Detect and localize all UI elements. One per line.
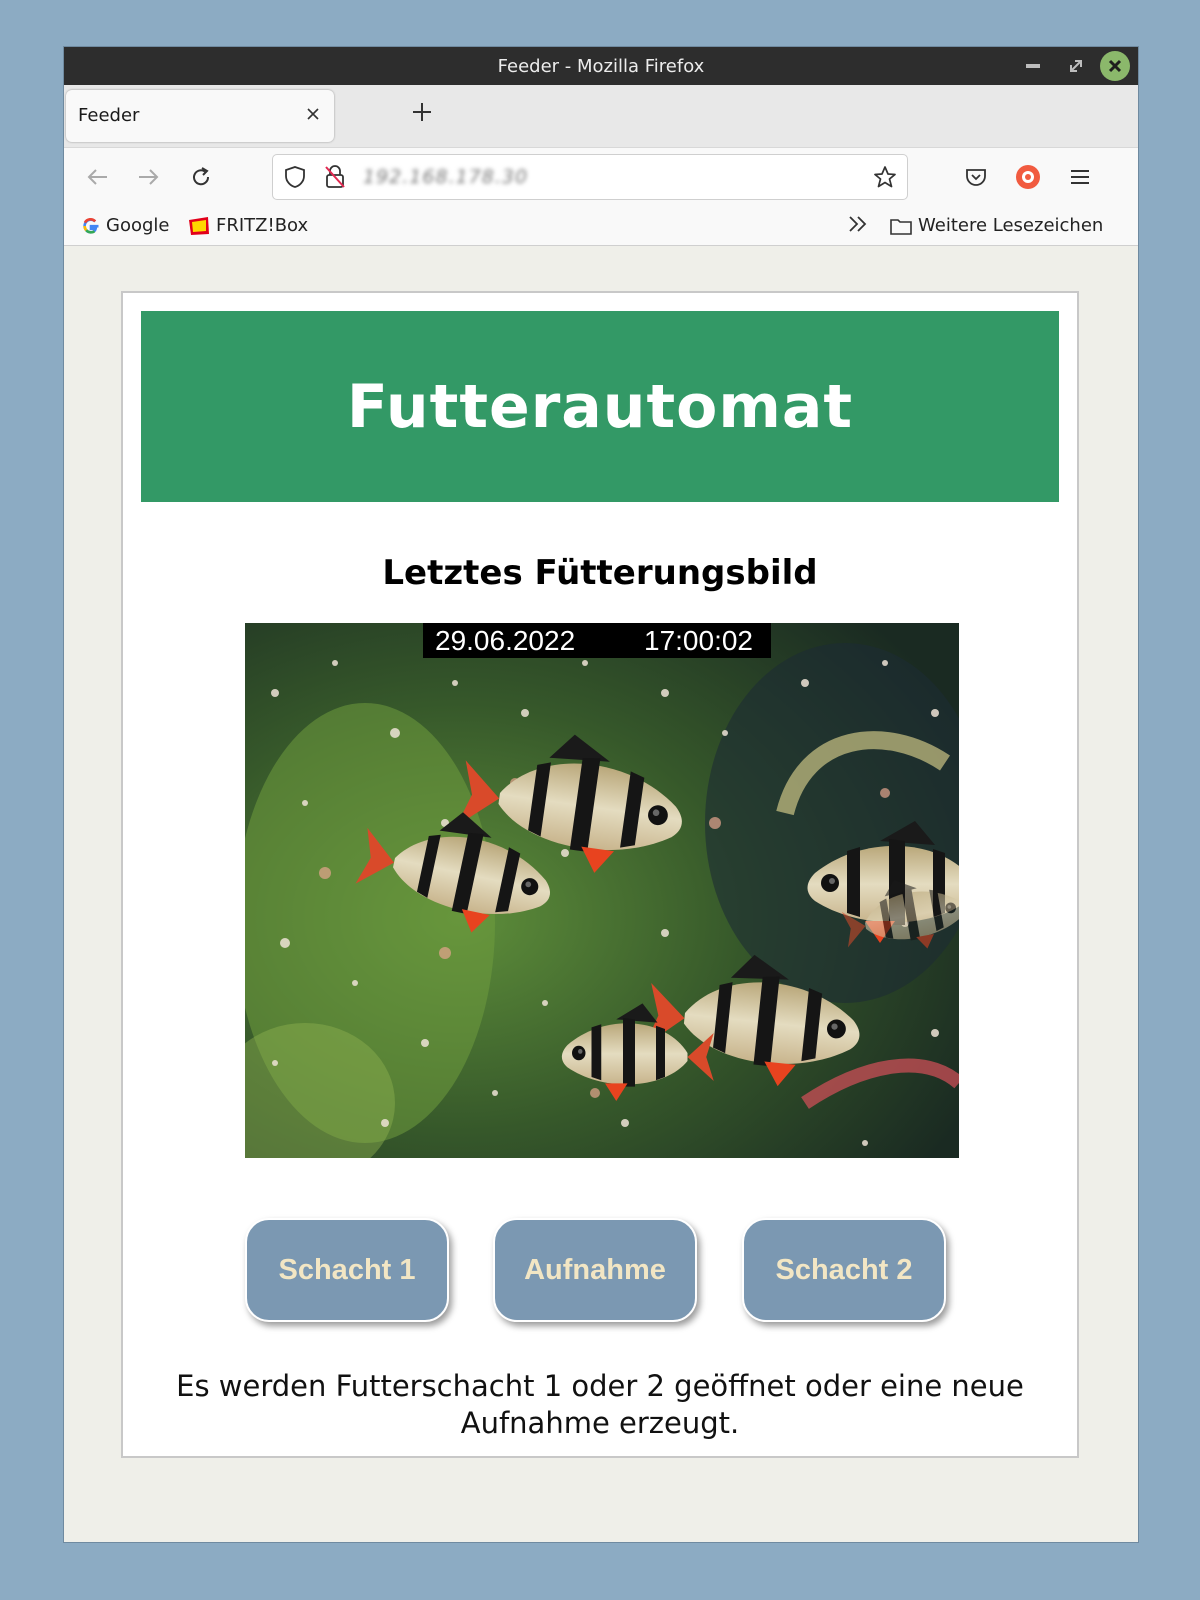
forward-arrow-icon [139, 169, 159, 185]
aquarium-fish-image [245, 623, 959, 1158]
tab-feeder[interactable]: Feeder [66, 90, 334, 142]
bookmark-label: Google [106, 215, 170, 236]
other-bookmarks-label: Weitere Lesezeichen [918, 215, 1104, 236]
bookmark-label: FRITZ!Box [216, 215, 309, 236]
google-icon [83, 217, 99, 234]
bookmarks-overflow-button[interactable] [848, 215, 868, 233]
fritzbox-logo-icon [189, 216, 209, 235]
back-button[interactable] [80, 160, 114, 194]
shield-icon[interactable] [281, 163, 309, 191]
description-text: Es werden Futterschacht 1 oder 2 geöffne… [176, 1369, 1024, 1440]
pocket-icon [966, 169, 986, 186]
hamburger-menu-icon [1071, 170, 1089, 184]
restore-icon [1070, 60, 1082, 72]
browser-window: Feeder - Mozilla Firefox Feeder 192.168.… [64, 47, 1138, 1542]
shaft-1-button[interactable]: Schacht 1 [245, 1218, 449, 1322]
shaft-2-button[interactable]: Schacht 2 [742, 1218, 946, 1322]
reload-button[interactable] [184, 160, 218, 194]
new-tab-button[interactable] [402, 96, 442, 131]
feeding-photo: 29.06.2022 17:00:02 [245, 623, 959, 1158]
reload-icon [193, 167, 210, 186]
pocket-button[interactable] [959, 160, 993, 194]
header-banner: Futterautomat [141, 311, 1059, 502]
url-bar[interactable]: 192.168.178.30 [272, 154, 908, 200]
navigation-toolbar: 192.168.178.30 [64, 147, 1138, 206]
page-card: Futterautomat Letztes Fütterungsbild 29.… [121, 291, 1079, 1458]
tab-bar: Feeder [64, 85, 1138, 147]
insecure-lock-icon[interactable] [321, 163, 349, 191]
minimize-icon [1026, 64, 1040, 68]
back-arrow-icon [87, 169, 107, 185]
page-title: Futterautomat [346, 371, 854, 442]
bookmark-star-icon[interactable] [871, 163, 899, 191]
bookmarks-toolbar: Google FRITZ!Box Weitere Lesezeichen [64, 205, 1138, 246]
capture-button[interactable]: Aufnahme [493, 1218, 697, 1322]
tab-close-icon[interactable] [306, 102, 320, 126]
url-text[interactable]: 192.168.178.30 [363, 166, 528, 188]
bookmark-fritzbox[interactable]: FRITZ!Box [188, 215, 308, 236]
window-title: Feeder - Mozilla Firefox [497, 56, 705, 77]
window-titlebar: Feeder - Mozilla Firefox [64, 47, 1138, 85]
menu-button[interactable] [1063, 160, 1097, 194]
forward-button[interactable] [132, 160, 166, 194]
page-viewport: Futterautomat Letztes Fütterungsbild 29.… [64, 246, 1138, 1542]
double-chevron-icon [849, 216, 867, 232]
extension-icon [1016, 165, 1040, 189]
photo-time: 17:00:02 [644, 625, 753, 656]
bookmark-google[interactable]: Google [82, 215, 169, 236]
other-bookmarks-folder[interactable]: Weitere Lesezeichen [890, 215, 1103, 236]
photo-date: 29.06.2022 [435, 625, 576, 656]
section-title: Letztes Fütterungsbild [382, 553, 818, 593]
maximize-button[interactable] [1061, 51, 1091, 81]
close-icon [1108, 59, 1122, 73]
extension-button[interactable] [1011, 160, 1045, 194]
close-window-button[interactable] [1100, 51, 1130, 81]
folder-icon [890, 218, 912, 235]
plus-icon [413, 103, 431, 121]
tab-title: Feeder [78, 105, 140, 126]
minimize-button[interactable] [1018, 51, 1048, 81]
photo-timestamp: 29.06.2022 17:00:02 [423, 623, 771, 658]
